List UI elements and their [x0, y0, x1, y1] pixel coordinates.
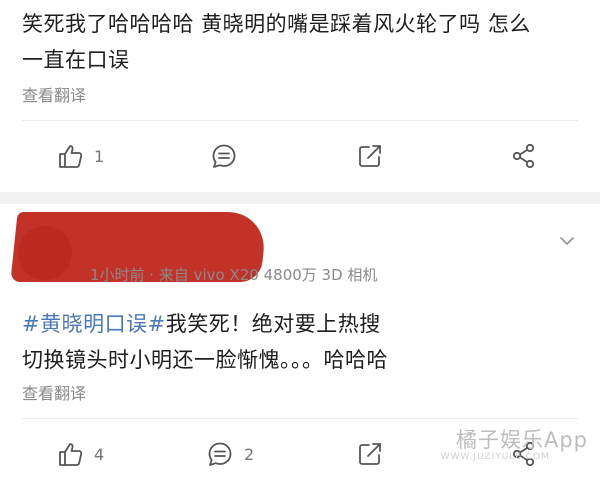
comment-icon	[208, 442, 232, 466]
share-button[interactable]	[356, 434, 384, 474]
comment-card-1: 笑死我了哈哈哈哈 黄晓明的嘴是踩着风火轮了吗 怎么 一直在口误 查看翻译 1	[0, 0, 600, 192]
like-button[interactable]: 4	[56, 434, 104, 474]
like-button[interactable]: 1	[56, 136, 104, 176]
comment-text: 笑死我了哈哈哈哈 黄晓明的嘴是踩着风火轮了吗 怎么 一直在口误	[22, 6, 531, 78]
like-count: 1	[94, 146, 105, 166]
divider	[22, 418, 578, 419]
watermark: 橘子娱乐App	[455, 428, 588, 452]
chevron-down-icon[interactable]	[558, 232, 576, 250]
comment-button[interactable]	[210, 136, 238, 176]
like-count: 4	[94, 444, 105, 464]
share-link-icon	[359, 443, 381, 465]
thumbs-up-icon	[59, 443, 83, 466]
comment-text-line-2: 切换镜头时小明还一脸惭愧。。。哈哈哈	[22, 348, 388, 372]
comment-text: #黄晓明口误#我笑死！绝对要上热搜 切换镜头时小明还一脸惭愧。。。哈哈哈	[22, 306, 388, 378]
share-link-icon	[359, 145, 381, 167]
comment-text-line-2: 一直在口误	[22, 48, 130, 72]
watermark-url: WWW.JUZIYULE.COM	[440, 452, 550, 462]
forward-nodes-icon	[512, 143, 535, 169]
divider	[22, 120, 578, 121]
translate-link[interactable]: 查看翻译	[22, 380, 86, 404]
post-meta: 1小时前 · 来自 vivo X20 4800万 3D 相机	[90, 266, 378, 284]
comment-icon	[212, 144, 236, 168]
thumbs-up-icon	[59, 145, 83, 168]
comment-text-line-1: 笑死我了哈哈哈哈 黄晓明的嘴是踩着风火轮了吗 怎么	[22, 12, 531, 36]
hashtag-link[interactable]: #黄晓明口误#	[22, 312, 166, 336]
share-button[interactable]	[356, 136, 384, 176]
comment-text-line-1: #黄晓明口误#我笑死！绝对要上热搜	[22, 306, 388, 342]
action-bar: 1	[0, 136, 600, 176]
translate-link[interactable]: 查看翻译	[22, 82, 86, 106]
forward-button[interactable]	[510, 136, 538, 176]
comment-button[interactable]: 2	[206, 434, 254, 474]
section-separator	[0, 192, 600, 204]
comment-count: 2	[244, 444, 255, 464]
comment-text-rest: 我笑死！绝对要上热搜	[165, 312, 381, 336]
